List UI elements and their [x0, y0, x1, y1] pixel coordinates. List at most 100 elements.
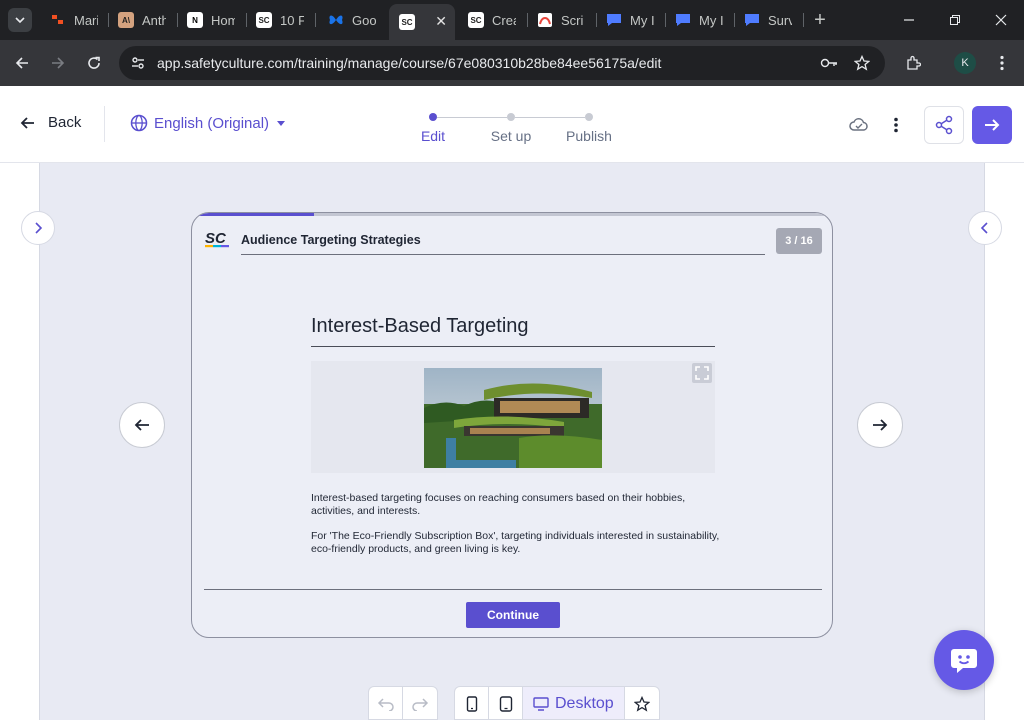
step-dot-publish[interactable] [585, 113, 593, 121]
scribe-icon [537, 12, 553, 28]
redo-icon[interactable] [403, 687, 437, 719]
site-settings-icon[interactable] [128, 53, 148, 73]
device-toggle-group: Desktop [454, 686, 660, 720]
back-button[interactable]: Back [20, 114, 81, 131]
lesson-paragraph[interactable]: For 'The Eco-Friendly Subscription Box',… [311, 530, 731, 556]
favorite-star-icon[interactable] [625, 687, 659, 719]
next-slide-button[interactable] [857, 402, 903, 448]
share-icon [935, 115, 953, 135]
chevron-right-icon [35, 222, 43, 234]
language-label: English (Original) [154, 114, 270, 132]
tablet-view-icon[interactable] [489, 687, 523, 719]
safetyculture-icon: SC [468, 12, 484, 28]
arrow-right-icon [873, 419, 888, 431]
more-options-icon[interactable] [883, 112, 909, 138]
open-left-panel-button[interactable] [21, 211, 55, 245]
chrome-menu-icon[interactable] [989, 50, 1015, 76]
browser-tab[interactable]: Scri [527, 6, 595, 34]
extensions-icon[interactable] [900, 50, 926, 76]
undo-redo-group [368, 686, 438, 720]
tab-title: Crea [492, 12, 516, 28]
image-block[interactable] [311, 361, 715, 473]
editor-header: Back English (Original) Edit Set up Publ… [0, 86, 1024, 163]
reload-icon[interactable] [81, 50, 107, 76]
chat-icon [744, 12, 760, 28]
browser-tab-active[interactable]: SC ✕ [389, 4, 455, 40]
browser-tab[interactable]: Goo [318, 6, 386, 34]
tab-title: Mari [74, 12, 98, 28]
language-selector[interactable]: English (Original) [130, 114, 287, 132]
cloud-saved-icon [846, 112, 872, 138]
step-publish[interactable]: Publish [566, 128, 612, 144]
browser-tab[interactable]: Mari [40, 6, 108, 34]
continue-button[interactable]: Continue [466, 602, 560, 628]
desktop-icon [533, 697, 549, 711]
lesson-slide: SC Audience Targeting Strategies 3 / 16 … [191, 212, 833, 638]
open-right-panel-button[interactable] [968, 211, 1002, 245]
support-chat-button[interactable] [934, 630, 994, 690]
bookmark-star-icon[interactable] [852, 53, 872, 73]
svg-text:SC: SC [205, 230, 227, 247]
safetyculture-logo: SC [205, 230, 229, 248]
notion-icon: N [187, 12, 203, 28]
close-tab-icon[interactable]: ✕ [435, 13, 447, 30]
forward-arrow-icon[interactable] [45, 50, 71, 76]
browser-tab[interactable]: Surv [734, 6, 802, 34]
address-bar[interactable]: app.safetyculture.com/training/manage/co… [119, 46, 885, 80]
step-dot-edit[interactable] [429, 113, 437, 121]
globe-icon [130, 114, 148, 132]
mobile-view-icon[interactable] [455, 687, 489, 719]
lesson-title[interactable]: Interest-Based Targeting [311, 315, 529, 338]
editor-workspace: SC Audience Targeting Strategies 3 / 16 … [0, 163, 1024, 720]
back-label: Back [48, 114, 82, 131]
chevron-down-icon [15, 17, 25, 24]
back-arrow-icon[interactable] [9, 50, 35, 76]
browser-tab[interactable]: N Hom [177, 6, 245, 34]
tab-search-button[interactable] [8, 8, 32, 32]
anthropic-icon: A\ [118, 12, 134, 28]
profile-avatar[interactable]: K [954, 52, 976, 74]
progress-stepper: Edit Set up Publish [405, 108, 625, 144]
chat-icon [675, 12, 691, 28]
arrow-right-icon [985, 119, 1000, 131]
step-edit[interactable]: Edit [421, 128, 445, 144]
tab-title: Hom [211, 12, 235, 28]
browser-toolbar: app.safetyculture.com/training/manage/co… [0, 40, 1024, 86]
step-dot-setup[interactable] [507, 113, 515, 121]
safetyculture-icon: SC [256, 12, 272, 28]
caret-down-icon [277, 121, 286, 126]
chat-bot-icon [951, 649, 977, 673]
tab-title: My I [630, 12, 654, 28]
browser-tab[interactable]: My I [665, 6, 733, 34]
lesson-progress-bar [192, 213, 832, 216]
expand-icon[interactable] [692, 363, 712, 383]
tab-title: Scri [561, 12, 584, 28]
restore-icon[interactable] [932, 0, 978, 40]
key-icon[interactable] [819, 53, 839, 73]
course-title: Audience Targeting Strategies [241, 233, 421, 247]
url-text: app.safetyculture.com/training/manage/co… [157, 55, 662, 71]
arrow-left-icon [134, 419, 149, 431]
arrow-left-icon [20, 116, 34, 129]
step-setup[interactable]: Set up [491, 128, 531, 144]
orange-app-icon [50, 12, 66, 28]
browser-tab[interactable]: SC Crea [458, 6, 526, 34]
browser-tab[interactable]: SC 10 F [246, 6, 314, 34]
browser-tab[interactable]: A\ Anth [108, 6, 176, 34]
chat-icon [606, 12, 622, 28]
minimize-icon[interactable] [886, 0, 932, 40]
new-tab-icon[interactable]: + [808, 8, 832, 32]
desktop-label: Desktop [555, 695, 614, 712]
tab-title: Goo [352, 12, 376, 28]
next-step-button[interactable] [972, 106, 1012, 144]
close-window-icon[interactable] [978, 0, 1024, 40]
desktop-view-button[interactable]: Desktop [523, 687, 625, 719]
green-roof-house-image [424, 368, 602, 468]
lesson-paragraph[interactable]: Interest-based targeting focuses on reac… [311, 492, 731, 518]
browser-tab[interactable]: My I [596, 6, 664, 34]
undo-icon[interactable] [369, 687, 403, 719]
tab-title: Anth [142, 12, 166, 28]
share-button[interactable] [924, 106, 964, 144]
previous-slide-button[interactable] [119, 402, 165, 448]
browser-tab-strip: Mari A\ Anth N Hom SC 10 F Goo SC ✕ SC C… [0, 0, 1024, 40]
